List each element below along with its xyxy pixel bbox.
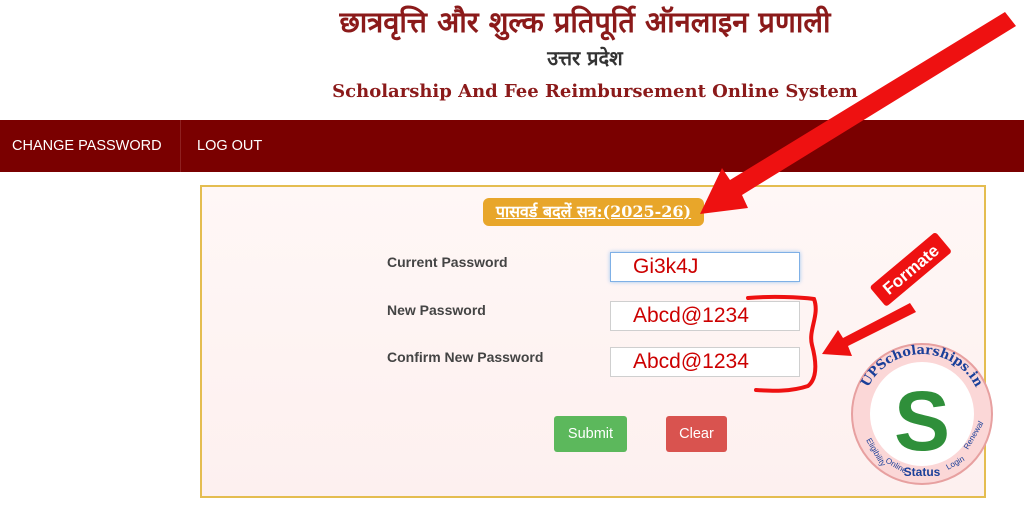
watermark-seal: UPScholarships.in S Status Eligibility O… — [851, 343, 993, 485]
watermark-status: Status — [904, 465, 941, 479]
big-arrow-icon — [700, 12, 1016, 214]
annotation-overlay: Formate UPScholarships.in S Status Eligi… — [700, 12, 1016, 485]
formate-label: Formate — [879, 241, 943, 299]
bracket-mark-icon — [746, 294, 818, 393]
formate-tag: Formate — [870, 232, 951, 306]
watermark-letter: S — [894, 374, 950, 468]
